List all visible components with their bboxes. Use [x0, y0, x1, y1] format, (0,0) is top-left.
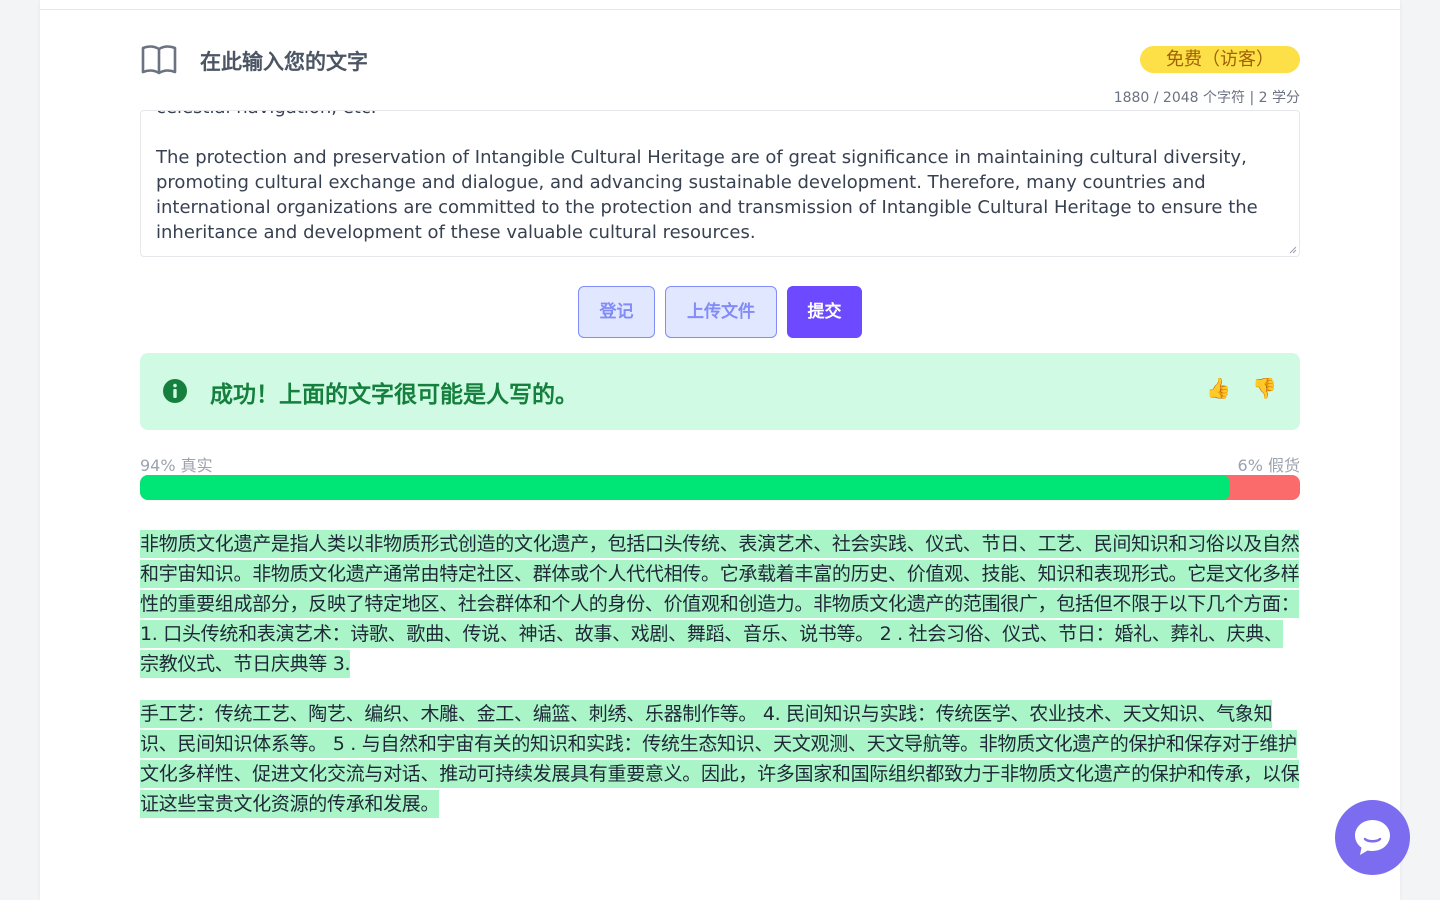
result-message: 成功！上面的文字很可能是人写的。: [210, 382, 578, 408]
highlighted-text-2: 手工艺：传统工艺、陶艺、编织、木雕、金工、编篮、刺绣、乐器制作等。 4. 民间知…: [140, 700, 1300, 818]
output-paragraph-2: 手工艺：传统工艺、陶艺、编织、木雕、金工、编篮、刺绣、乐器制作等。 4. 民间知…: [140, 699, 1300, 819]
thumbs-down-icon[interactable]: 👎: [1252, 376, 1277, 400]
resize-grip-icon[interactable]: [1289, 246, 1297, 254]
fake-score-label: 6% 假货: [1237, 456, 1300, 475]
highlighted-text-1: 非物质文化遗产是指人类以非物质形式创造的文化遗产，包括口头传统、表演艺术、社会实…: [140, 530, 1300, 678]
score-bar: [140, 475, 1300, 500]
book-icon: [141, 45, 177, 75]
input-header: 在此输入您的文字 免费（访客）: [140, 40, 1300, 80]
upload-file-button[interactable]: 上传文件: [665, 286, 777, 338]
chat-icon: [1355, 820, 1390, 855]
page-title: 在此输入您的文字: [200, 50, 368, 74]
text-input-content[interactable]: celestial navigation, etc. The protectio…: [156, 111, 1276, 245]
character-counter: 1880 / 2048 个字符 | 2 学分: [1113, 90, 1300, 106]
chat-widget-button[interactable]: [1335, 800, 1410, 875]
submit-button[interactable]: 提交: [787, 286, 862, 338]
text-input-area[interactable]: celestial navigation, etc. The protectio…: [140, 110, 1300, 257]
plan-badge: 免费（访客）: [1140, 46, 1300, 73]
real-score-label: 94% 真实: [140, 456, 213, 475]
register-button[interactable]: 登记: [578, 286, 655, 338]
real-score-fill: [140, 475, 1231, 500]
output-paragraph-1: 非物质文化遗产是指人类以非物质形式创造的文化遗产，包括口头传统、表演艺术、社会实…: [140, 529, 1300, 679]
thumbs-up-icon[interactable]: 👍: [1206, 376, 1231, 400]
info-icon: [163, 379, 187, 403]
result-banner: 成功！上面的文字很可能是人写的。 👍 👎: [140, 353, 1300, 430]
top-divider: [40, 9, 1400, 10]
